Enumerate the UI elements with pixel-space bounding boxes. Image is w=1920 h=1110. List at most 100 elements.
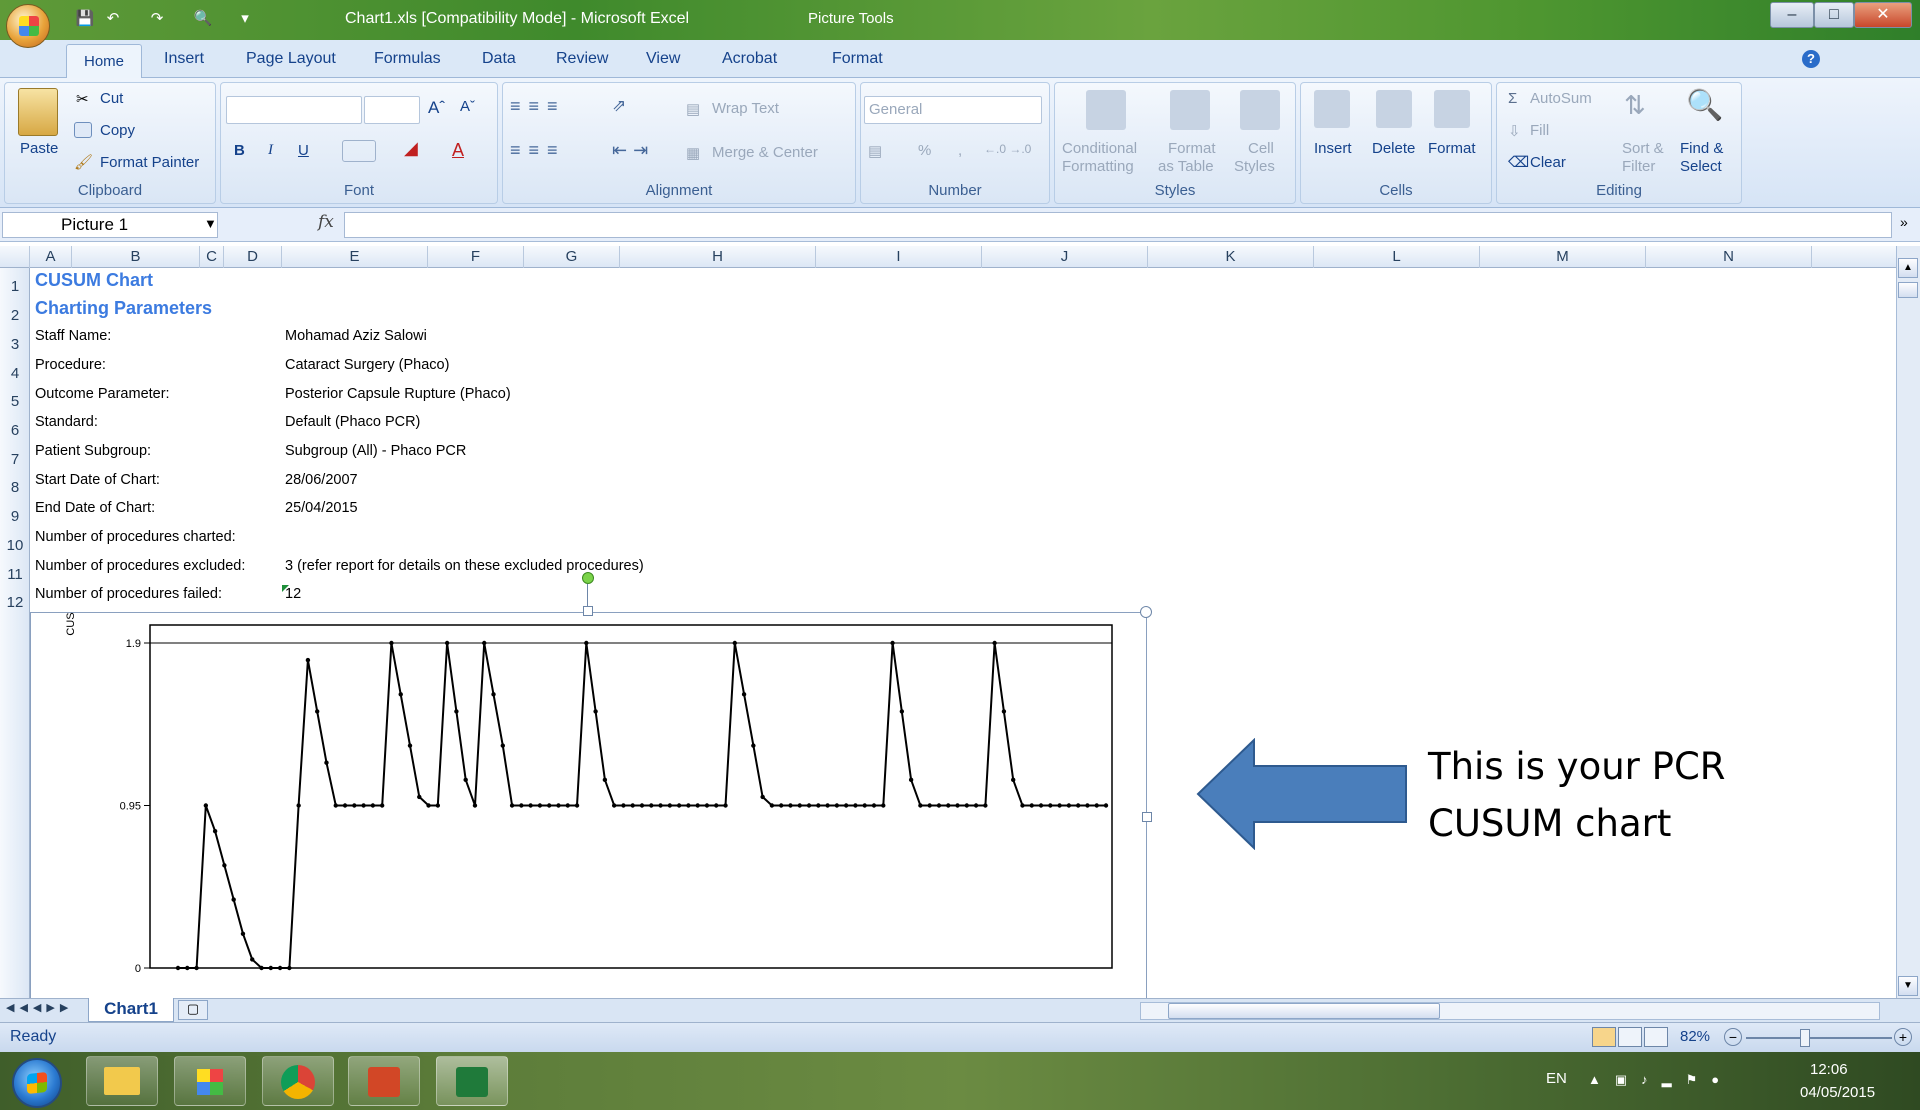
normal-view-icon[interactable] <box>1592 1027 1616 1047</box>
scroll-up-button[interactable]: ▲ <box>1898 258 1918 278</box>
tab-insert[interactable]: Insert <box>164 50 204 68</box>
taskbar-excel[interactable] <box>436 1056 508 1106</box>
param-value-start-date[interactable]: 28/06/2007 <box>285 472 358 488</box>
maximize-button[interactable]: □ <box>1814 2 1854 28</box>
name-box-dropdown-icon[interactable]: ▼ <box>204 216 217 231</box>
format-painter-button[interactable]: Format Painter <box>100 154 199 171</box>
cell-styles-label-1[interactable]: Cell <box>1248 140 1274 157</box>
indent-icons[interactable]: ⇤⇥ <box>612 140 654 161</box>
tab-format[interactable]: Format <box>832 50 883 68</box>
param-label-staff[interactable]: Staff Name: <box>35 328 111 344</box>
conditional-formatting-label-1[interactable]: Conditional <box>1062 140 1137 157</box>
insert-cells-button[interactable]: Insert <box>1314 140 1352 157</box>
page-layout-view-icon[interactable] <box>1618 1027 1642 1047</box>
language-indicator[interactable]: EN <box>1546 1070 1567 1087</box>
customize-qat-icon[interactable]: ▾ <box>234 8 256 30</box>
column-header[interactable]: L <box>1314 246 1480 268</box>
row-header[interactable]: 7 <box>0 451 30 468</box>
font-color-button[interactable]: A <box>452 140 464 161</box>
vertical-scrollbar[interactable] <box>1896 246 1920 1000</box>
row-header[interactable]: 2 <box>0 307 30 324</box>
merge-center-button[interactable]: Merge & Center <box>712 144 818 161</box>
error-indicator-icon[interactable] <box>282 585 289 592</box>
tab-view[interactable]: View <box>646 50 680 68</box>
zoom-level[interactable]: 82% <box>1680 1028 1710 1045</box>
tab-data[interactable]: Data <box>482 50 516 68</box>
tab-review[interactable]: Review <box>556 50 608 68</box>
clock-time[interactable]: 12:06 <box>1810 1061 1848 1078</box>
zoom-slider-track[interactable] <box>1746 1037 1892 1039</box>
tab-page-layout[interactable]: Page Layout <box>246 50 336 68</box>
insert-function-button[interactable]: fx <box>318 212 334 232</box>
param-value-end-date[interactable]: 25/04/2015 <box>285 500 358 516</box>
start-button[interactable] <box>12 1058 62 1108</box>
column-header[interactable]: I <box>816 246 982 268</box>
borders-icon[interactable] <box>342 140 376 162</box>
row-header[interactable]: 4 <box>0 365 30 382</box>
close-button[interactable]: ✕ <box>1854 2 1912 28</box>
conditional-formatting-label-2[interactable]: Formatting <box>1062 158 1134 175</box>
param-value-outcome[interactable]: Posterior Capsule Rupture (Phaco) <box>285 386 511 402</box>
scroll-down-button[interactable]: ▼ <box>1898 976 1918 996</box>
sort-filter-label-2[interactable]: Filter <box>1622 158 1655 175</box>
italic-button[interactable]: I <box>268 142 273 159</box>
percent-button[interactable]: % <box>918 142 931 159</box>
param-label-start-date[interactable]: Start Date of Chart: <box>35 472 160 488</box>
shrink-font-button[interactable]: Aˇ <box>460 98 475 115</box>
row-header[interactable]: 8 <box>0 479 30 496</box>
taskbar-powerpoint[interactable] <box>348 1056 420 1106</box>
fill-color-icon[interactable]: ◢ <box>404 138 418 159</box>
column-header[interactable]: K <box>1148 246 1314 268</box>
zoom-in-button[interactable]: + <box>1894 1028 1912 1046</box>
row-header[interactable]: 10 <box>0 537 30 554</box>
param-value-staff[interactable]: Mohamad Aziz Salowi <box>285 328 427 344</box>
column-header[interactable]: M <box>1480 246 1646 268</box>
row-header[interactable]: 9 <box>0 508 30 525</box>
format-as-table-label-1[interactable]: Format <box>1168 140 1216 157</box>
undo-icon[interactable]: ↶ <box>102 8 124 30</box>
column-header[interactable]: F <box>428 246 524 268</box>
resize-handle-right[interactable] <box>1142 812 1152 822</box>
row-header[interactable]: 6 <box>0 422 30 439</box>
column-header[interactable]: D <box>224 246 282 268</box>
sort-filter-label-1[interactable]: Sort & <box>1622 140 1664 157</box>
expand-formula-bar-icon[interactable]: » <box>1900 214 1908 230</box>
sheet-tab-chart1[interactable]: Chart1 <box>88 998 174 1022</box>
find-select-label-1[interactable]: Find & <box>1680 140 1723 157</box>
cut-button[interactable]: Cut <box>100 90 123 107</box>
find-select-label-2[interactable]: Select <box>1680 158 1722 175</box>
formula-input[interactable] <box>344 212 1892 238</box>
resize-handle-top[interactable] <box>583 606 593 616</box>
tab-home[interactable]: Home <box>66 44 142 79</box>
select-all-button[interactable] <box>0 246 30 268</box>
sheet-nav-icons[interactable]: ◀◀◀▶▶ <box>6 1001 73 1014</box>
currency-icon[interactable]: ▤ <box>868 142 882 160</box>
row-header[interactable]: 12 <box>0 594 30 611</box>
vertical-scroll-thumb[interactable] <box>1898 282 1918 298</box>
name-box[interactable]: Picture 1 <box>2 212 218 238</box>
cusum-chart[interactable]: 0 0.95 1.9 CUSUM <box>30 612 1150 1004</box>
clock-date[interactable]: 04/05/2015 <box>1800 1084 1875 1101</box>
taskbar-chrome[interactable] <box>262 1056 334 1106</box>
format-as-table-label-2[interactable]: as Table <box>1158 158 1214 175</box>
column-header[interactable]: H <box>620 246 816 268</box>
tab-formulas[interactable]: Formulas <box>374 50 441 68</box>
row-header[interactable]: 11 <box>0 566 30 583</box>
paste-icon[interactable] <box>18 88 58 136</box>
param-label-failed[interactable]: Number of procedures failed: <box>35 586 222 602</box>
vertical-align-icons[interactable]: ≡≡≡ <box>510 96 566 117</box>
save-icon[interactable]: 💾 <box>74 8 96 30</box>
cell-styles-label-2[interactable]: Styles <box>1234 158 1275 175</box>
param-label-standard[interactable]: Standard: <box>35 414 98 430</box>
page-break-view-icon[interactable] <box>1644 1027 1668 1047</box>
fill-button[interactable]: Fill <box>1530 122 1549 139</box>
column-header[interactable]: A <box>30 246 72 268</box>
decimal-icons[interactable]: ←.0 →.0 <box>984 142 1031 156</box>
column-header[interactable]: G <box>524 246 620 268</box>
insert-sheet-icon[interactable]: ▢ <box>178 1000 208 1020</box>
row-header[interactable]: 5 <box>0 393 30 410</box>
column-header[interactable]: B <box>72 246 200 268</box>
horizontal-align-icons[interactable]: ≡≡≡ <box>510 140 566 161</box>
param-label-subgroup[interactable]: Patient Subgroup: <box>35 443 151 459</box>
number-format-select[interactable]: General <box>864 96 1042 124</box>
